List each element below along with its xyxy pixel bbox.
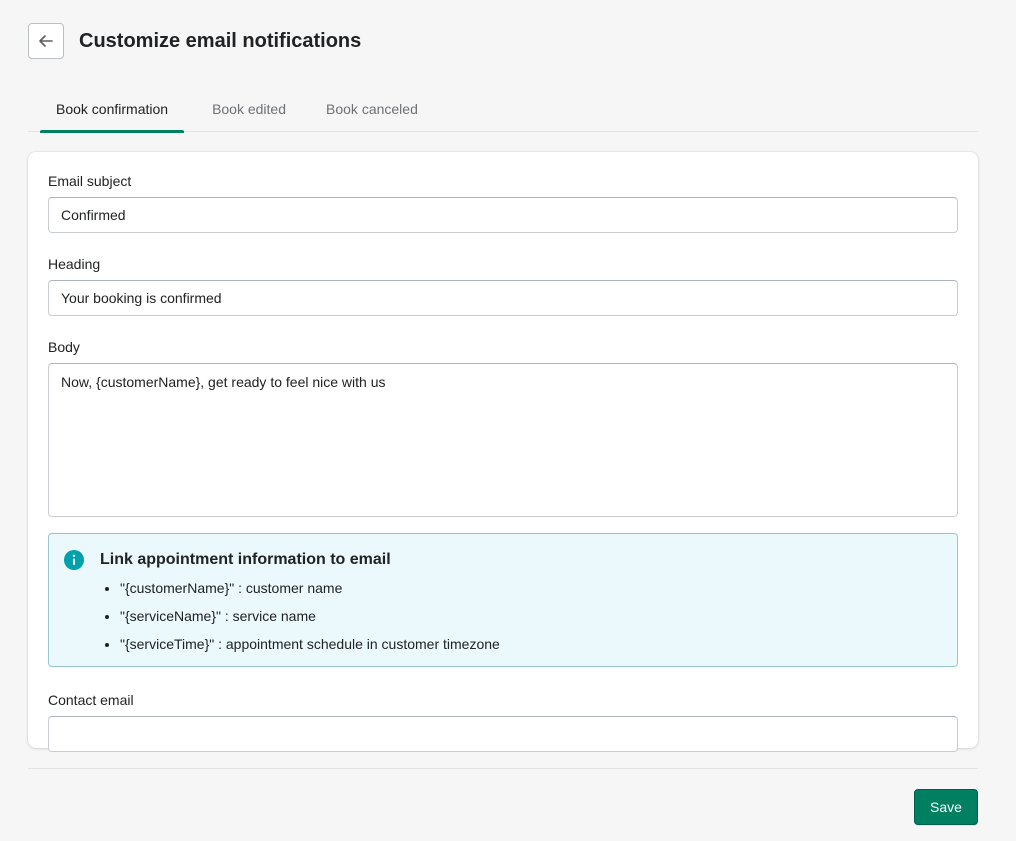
tab-bar: Book confirmation Book edited Book cance… (28, 86, 978, 133)
tab-book-confirmation[interactable]: Book confirmation (40, 86, 185, 133)
email-subject-input[interactable] (48, 197, 958, 233)
page-title: Customize email notifications (79, 29, 362, 52)
heading-label: Heading (48, 256, 101, 272)
banner-title: Link appointment information to email (100, 551, 391, 568)
list-item: "{serviceName}" : service name (120, 602, 500, 630)
info-icon (64, 550, 84, 570)
footer-divider (28, 768, 978, 769)
heading-input[interactable] (48, 280, 958, 316)
page: Customize email notifications Book confi… (0, 0, 1016, 841)
contact-email-label: Contact email (48, 692, 134, 708)
list-item: "{serviceTime}" : appointment schedule i… (120, 630, 500, 658)
placeholder-list: "{customerName}" : customer name "{servi… (100, 574, 500, 658)
notification-form-card: Email subject Heading Body Now, {custome… (28, 152, 978, 752)
contact-email-input[interactable] (48, 716, 958, 752)
save-button[interactable]: Save (914, 789, 978, 825)
info-banner: Link appointment information to email "{… (48, 533, 958, 667)
tab-book-edited[interactable]: Book edited (200, 86, 298, 132)
page-header: Customize email notifications (28, 23, 361, 59)
banner-content: Link appointment information to email "{… (100, 550, 500, 652)
arrow-left-icon (39, 35, 53, 47)
tab-book-canceled[interactable]: Book canceled (314, 86, 430, 132)
body-label: Body (48, 339, 80, 355)
body-textarea[interactable]: Now, {customerName}, get ready to feel n… (48, 363, 958, 517)
back-button[interactable] (28, 23, 64, 59)
list-item: "{customerName}" : customer name (120, 574, 500, 602)
email-subject-label: Email subject (48, 173, 132, 189)
